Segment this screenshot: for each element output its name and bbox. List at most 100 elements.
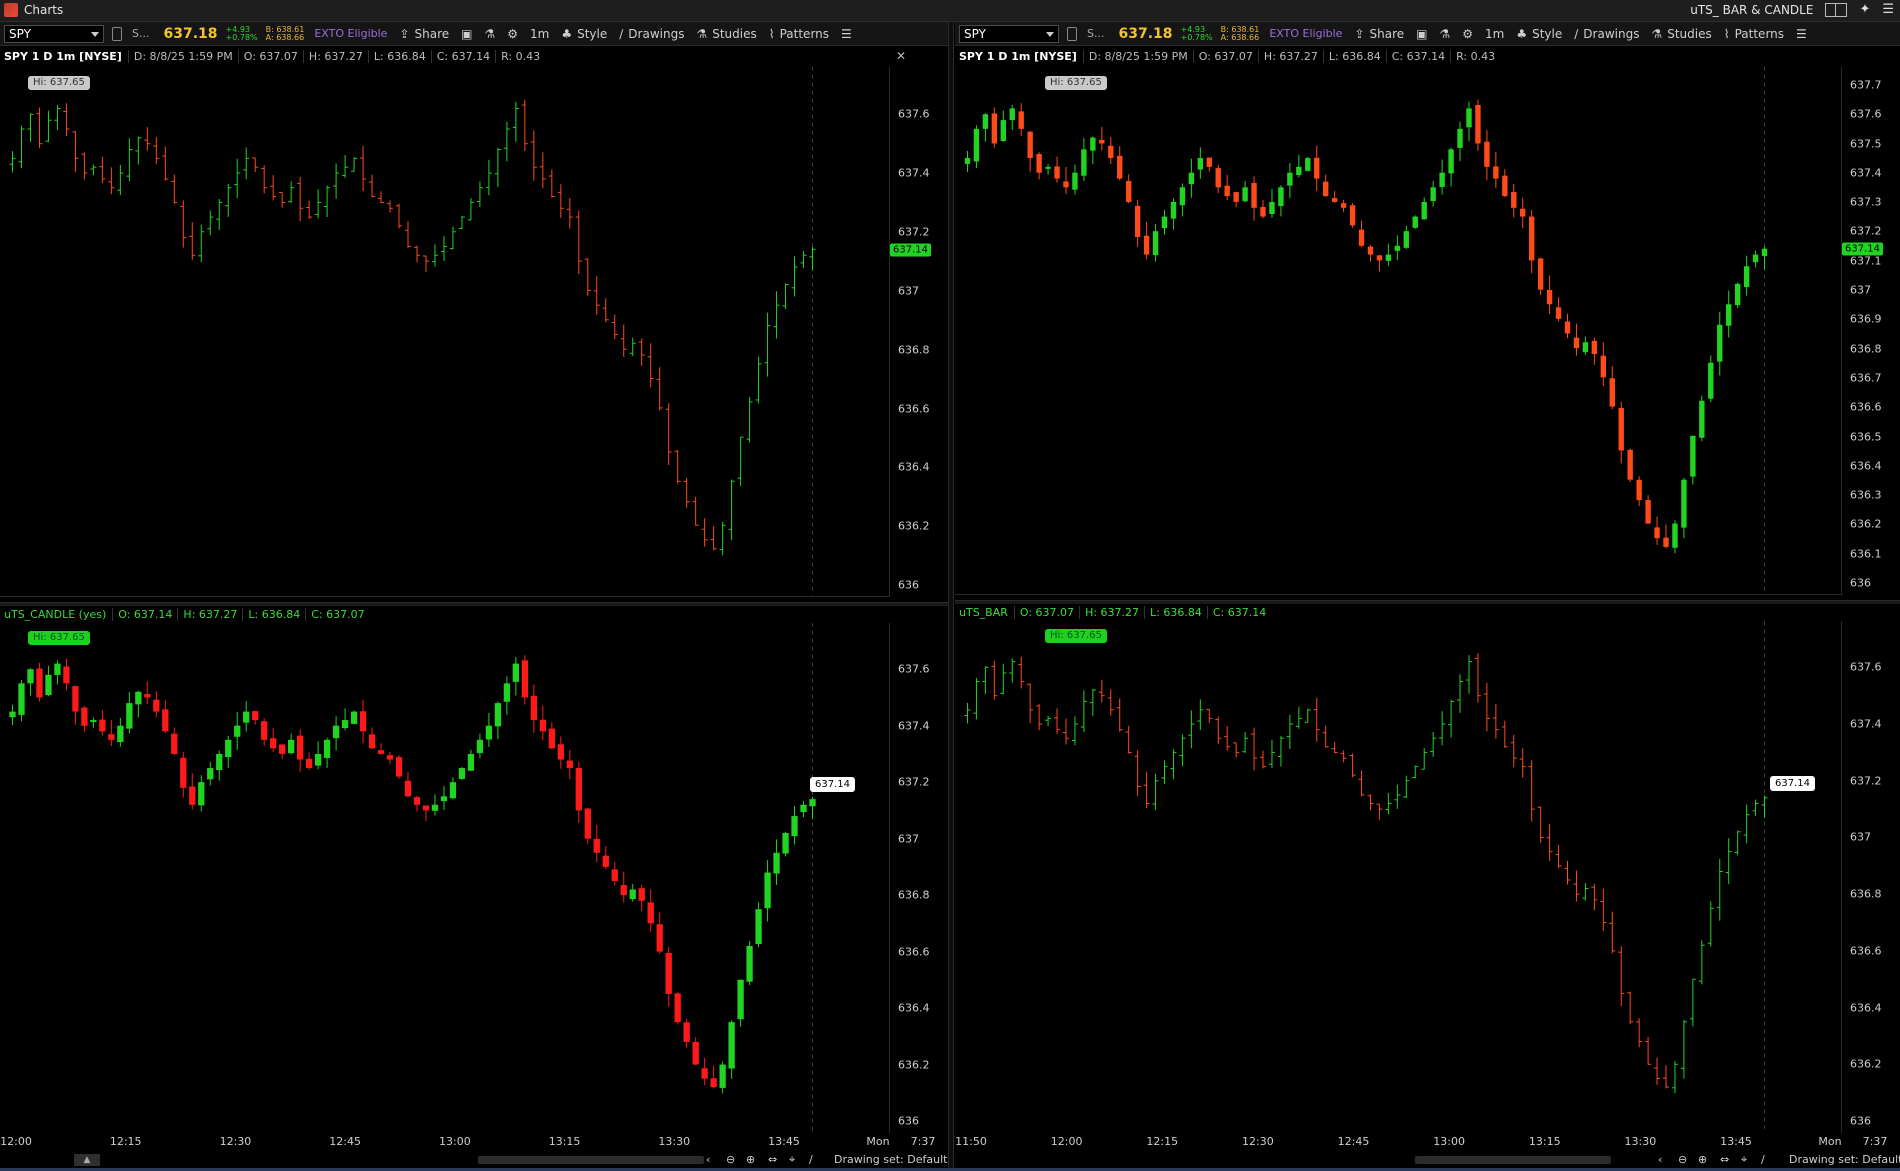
style-button[interactable]: ♣ Style (561, 27, 607, 41)
zoom-in-icon[interactable]: ⊕ (746, 1153, 755, 1166)
ohlc-bar (45, 110, 52, 143)
candle-body (288, 739, 295, 754)
price-chart-top[interactable]: Hi: 637.65 (955, 67, 1842, 595)
crosshair-toggle-icon[interactable]: ✕ (896, 49, 906, 63)
candle-body (1708, 362, 1714, 399)
symbol-selector[interactable]: SPY (4, 24, 104, 43)
ohlc-bar (575, 210, 582, 275)
symbol-selector[interactable]: SPY (959, 24, 1059, 43)
pane-menu-button[interactable]: ☰ (841, 27, 852, 41)
menu-icon: ☰ (841, 26, 852, 41)
ohlc-bar (225, 183, 232, 217)
horizontal-scrollbar[interactable] (478, 1156, 704, 1164)
right-pane-toolbar: SPY S... 637.18 +4.93 +0.78% B: 638.61 A: … (955, 22, 1900, 46)
study-low: L: 636.84 (242, 607, 305, 621)
gear-icon: ⚙ (507, 26, 519, 41)
share-button[interactable]: ⇪ Share (1354, 27, 1404, 41)
drawings-button[interactable]: ∕ Drawings (619, 27, 684, 41)
studies-button[interactable]: ⚗ Studies (1651, 27, 1711, 41)
draw-line-icon[interactable]: ∕ (1761, 1153, 1765, 1166)
price-tick-label: 637.6 (1850, 107, 1882, 121)
flask-icon: ⚗ (1439, 26, 1451, 41)
time-tick-label: 12:30 (219, 1135, 252, 1148)
zoom-out-icon[interactable]: ⊖ (726, 1153, 735, 1166)
price-tick-label: 636.4 (1850, 459, 1882, 473)
study-chart-bottom[interactable]: Hi: 637.65 637.14 (955, 621, 1842, 1133)
bar-close: C: 637.14 (430, 49, 495, 63)
candle-body (1681, 479, 1687, 528)
patterns-button[interactable]: ⌇ Patterns (1724, 27, 1784, 41)
time-axis[interactable]: 11:50 12:00 12:15 12:30 12:45 13:00 13:15 13:30… (955, 1133, 1900, 1151)
vertical-splitter[interactable] (948, 22, 954, 1171)
horizontal-scrollbar[interactable] (1415, 1156, 1611, 1164)
settings-button[interactable]: ⚙ (507, 27, 518, 41)
ohlc-bar (1519, 748, 1526, 778)
camera-button[interactable]: ▣ (1416, 27, 1427, 41)
drawing-set-label[interactable]: Drawing set: Default (1789, 1153, 1900, 1166)
flask-button[interactable]: ⚗ (1439, 27, 1450, 41)
expand-panel-icon[interactable]: ▲ (74, 1154, 100, 1166)
timeframe-button[interactable]: 1m (1485, 27, 1504, 41)
pan-icon[interactable]: ⇔ (768, 1153, 777, 1166)
ohlc-bar (440, 235, 447, 261)
ohlc-bar (1313, 697, 1320, 742)
layout-name[interactable]: uTS_ BAR & CANDLE (1690, 3, 1813, 17)
menu-icon[interactable]: ☰ (1882, 2, 1894, 17)
ohlc-bar (99, 156, 106, 184)
grid-layout-icon[interactable] (1825, 2, 1848, 17)
style-button[interactable]: ♣ Style (1516, 27, 1562, 41)
pane-menu-button[interactable]: ☰ (1796, 27, 1807, 41)
price-axis-bottom[interactable]: 637.6 637.4 637.2 637 636.8 636.6 636.4 636.2 63… (1842, 621, 1900, 1133)
candle-body (1018, 111, 1024, 129)
candle-body (521, 660, 529, 698)
zoom-in-icon[interactable]: ⊕ (1698, 1153, 1707, 1166)
zoom-out-icon[interactable]: ⊖ (1678, 1153, 1687, 1166)
ohlc-bar (1286, 714, 1293, 749)
price-axis-top[interactable]: 637.6 637.4 637.2 637 636.8 636.6 636.4 636.2 63… (890, 67, 948, 597)
ohlc-bar (1107, 689, 1114, 716)
camera-button[interactable]: ▣ (461, 27, 472, 41)
link-icon[interactable] (1067, 26, 1077, 41)
pan-icon[interactable]: ⇔ (1720, 1153, 1729, 1166)
study-chart-bottom[interactable]: Hi: 637.65 637.14 (0, 623, 890, 1133)
drawing-set-label[interactable]: Drawing set: Default (834, 1153, 947, 1166)
candle-body (1421, 201, 1427, 220)
study-title: uTS_BAR (959, 605, 1008, 619)
candle-body (1493, 166, 1499, 179)
crosshair-icon[interactable]: ⌖ (1741, 1153, 1747, 1167)
time-axis[interactable]: 12:00 12:15 12:30 12:45 13:00 13:15 13:30 13:45… (0, 1133, 948, 1151)
price-axis-top[interactable]: 637.7 637.6 637.5 637.4 637.3 637.2 637.1 637 63… (1842, 67, 1900, 595)
ohlc-bar (1179, 734, 1186, 767)
studies-button[interactable]: ⚗ Studies (696, 27, 756, 41)
crosshair-icon[interactable]: ⌖ (789, 1153, 795, 1167)
candle-body (431, 804, 439, 811)
ohlc-bar (1600, 888, 1607, 932)
ohlc-bar (180, 200, 187, 248)
timeframe-button[interactable]: 1m (530, 27, 549, 41)
price-chart-top[interactable]: Hi: 637.65 (0, 67, 890, 597)
candle-body (1717, 324, 1723, 362)
scroll-left-icon[interactable]: ‹ (706, 1153, 710, 1166)
candle-body (964, 158, 971, 164)
scroll-left-icon[interactable]: ‹ (1658, 1153, 1662, 1166)
flask-icon: ⚗ (1651, 26, 1663, 41)
candle-body (1179, 187, 1186, 206)
pin-icon[interactable]: ✦ (1859, 2, 1870, 17)
time-tick-label: 13:30 (1624, 1135, 1657, 1148)
link-icon[interactable] (112, 26, 122, 41)
candle-body (1457, 128, 1463, 148)
drawings-button[interactable]: ∕ Drawings (1574, 27, 1639, 41)
price-axis-bottom[interactable]: 637.6 637.4 637.2 637 636.8 636.6 636.4 636.2 63… (890, 623, 948, 1133)
ohlc-bar (719, 522, 726, 556)
ohlc-bar (1367, 794, 1374, 811)
flask-button[interactable]: ⚗ (484, 27, 495, 41)
ohlc-bar (153, 137, 160, 165)
candle-body (1511, 191, 1517, 208)
share-button[interactable]: ⇪ Share (399, 27, 449, 41)
ohlc-bar (611, 314, 618, 340)
draw-line-icon[interactable]: ∕ (809, 1153, 813, 1166)
price-tick-label: 637.4 (1850, 166, 1882, 180)
patterns-button[interactable]: ⌇ Patterns (769, 27, 829, 41)
bar-date: D: 8/8/25 1:59 PM (127, 49, 238, 63)
settings-button[interactable]: ⚙ (1462, 27, 1473, 41)
